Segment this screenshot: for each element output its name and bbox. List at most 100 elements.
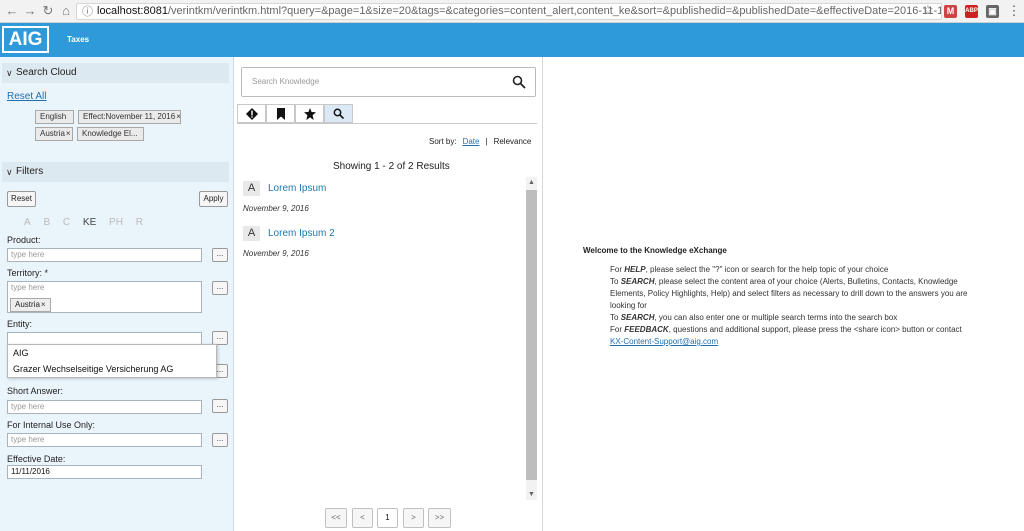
home-icon[interactable]: ⌂ xyxy=(58,3,74,19)
filters-header[interactable]: ∨ Filters xyxy=(2,162,229,182)
letter-b[interactable]: B xyxy=(43,217,50,228)
result-date: November 9, 2016 xyxy=(243,249,309,258)
tag-austria[interactable]: Austria× xyxy=(35,127,73,141)
scrollbar-thumb[interactable] xyxy=(526,190,537,480)
short-answer-label: Short Answer: xyxy=(7,386,64,396)
search-cloud-header[interactable]: ∨ Search Cloud xyxy=(2,63,229,83)
content-panel: Welcome to the Knowledge eXchange For HE… xyxy=(543,57,1024,531)
bookmark-star-icon[interactable]: ☆ xyxy=(920,2,936,18)
extension-icon[interactable]: ▣ xyxy=(986,5,999,18)
search-terms-line: To SEARCH, you can also enter one or mul… xyxy=(610,313,898,322)
remove-tag-icon[interactable]: × xyxy=(176,112,180,121)
territory-input[interactable]: type here Austria× xyxy=(7,281,202,313)
letter-ke[interactable]: KE xyxy=(83,217,96,228)
territory-tag-austria[interactable]: Austria× xyxy=(10,298,51,312)
product-label: Product: xyxy=(7,235,41,245)
reset-button[interactable]: Reset xyxy=(7,191,36,207)
browser-toolbar: ← → ↻ ⌂ ⓘ localhost:8081/verintkm/verint… xyxy=(0,0,1024,23)
sort-relevance-link[interactable]: Relevance xyxy=(494,137,532,146)
alert-diamond-icon xyxy=(245,108,258,120)
effective-date-label: Effective Date: xyxy=(7,454,66,464)
back-icon[interactable]: ← xyxy=(4,3,20,19)
territory-browse-button[interactable]: ... xyxy=(212,281,228,295)
nav-taxes[interactable]: Taxes xyxy=(67,35,89,44)
results-panel: Search Knowledge Sort by: Date | Relevance … xyxy=(234,57,543,531)
result-title[interactable]: Lorem Ipsum 2 xyxy=(268,228,335,239)
result-date: November 9, 2016 xyxy=(243,204,309,213)
chevron-down-icon: ∨ xyxy=(6,68,13,78)
results-scrollbar[interactable]: ▲ ▼ xyxy=(526,177,537,500)
results-count: Showing 1 - 2 of 2 Results xyxy=(333,161,450,172)
result-title[interactable]: Lorem Ipsum xyxy=(268,183,326,194)
tab-bulletins[interactable] xyxy=(266,104,295,123)
product-browse-button[interactable]: ... xyxy=(212,248,228,262)
letter-ph[interactable]: PH xyxy=(109,217,123,228)
product-input[interactable]: type here xyxy=(7,248,202,262)
apply-button[interactable]: Apply xyxy=(199,191,228,207)
effective-date-input[interactable]: 11/11/2016 xyxy=(7,465,202,479)
feedback-line: For FEEDBACK, questions and additional s… xyxy=(610,325,962,346)
article-type-badge: A xyxy=(243,226,260,241)
page-1-button[interactable]: 1 xyxy=(377,508,398,528)
reload-icon[interactable]: ↻ xyxy=(40,3,56,19)
search-line: To SEARCH, please select the content are… xyxy=(610,277,968,310)
entity-option-grazer[interactable]: Grazer Wechselseitige Versicherung AG xyxy=(8,361,216,377)
filters-title: Filters xyxy=(16,166,44,177)
welcome-heading: Welcome to the Knowledge eXchange xyxy=(583,246,727,255)
reset-all-link[interactable]: Reset All xyxy=(7,91,46,102)
tag-effective-date[interactable]: Effect:November 11, 2016× xyxy=(78,110,181,124)
letter-filter: A B C KE PH R xyxy=(24,217,153,228)
letter-c[interactable]: C xyxy=(63,217,70,228)
forward-icon[interactable]: → xyxy=(22,3,38,19)
tag-english[interactable]: English xyxy=(35,110,74,124)
scroll-down-icon[interactable]: ▼ xyxy=(526,489,537,500)
sort-controls: Sort by: Date | Relevance xyxy=(429,137,532,146)
app-header: AIG Taxes xyxy=(0,23,1024,57)
letter-a[interactable]: A xyxy=(24,217,31,228)
first-page-button[interactable]: << xyxy=(325,508,347,528)
letter-r[interactable]: R xyxy=(136,217,143,228)
gmail-extension-icon[interactable]: M xyxy=(944,5,957,18)
bookmark-icon xyxy=(276,108,285,120)
url-path: /verintkm/verintkm.html?query=&page=1&si… xyxy=(167,5,942,17)
remove-tag-icon[interactable]: × xyxy=(41,300,46,309)
article-type-badge: A xyxy=(243,181,260,196)
entity-label: Entity: xyxy=(7,319,33,329)
chevron-down-icon: ∨ xyxy=(6,167,13,177)
help-instructions: For HELP, please select the "?" icon or … xyxy=(610,264,975,348)
internal-use-input[interactable]: type here xyxy=(7,433,202,447)
support-email-link[interactable]: KX-Content-Support@aig.com xyxy=(610,337,718,346)
search-cloud-title: Search Cloud xyxy=(16,67,77,78)
star-badge-icon xyxy=(303,108,316,120)
search-icon xyxy=(333,108,345,120)
short-answer-browse-button[interactable]: ... xyxy=(212,399,228,413)
territory-label: Territory: * xyxy=(7,268,49,278)
url-host: localhost:8081 xyxy=(97,5,168,17)
tab-alerts[interactable] xyxy=(237,104,266,123)
search-knowledge-input[interactable]: Search Knowledge xyxy=(241,67,536,97)
entity-dropdown: AIG Grazer Wechselseitige Versicherung A… xyxy=(7,344,217,378)
search-icon[interactable] xyxy=(512,75,526,89)
scroll-up-icon[interactable]: ▲ xyxy=(526,177,537,188)
sort-date-link[interactable]: Date xyxy=(463,137,480,146)
tab-highlights[interactable] xyxy=(295,104,324,123)
next-page-button[interactable]: > xyxy=(403,508,424,528)
sidebar: ∨ Search Cloud Reset All English Effect:… xyxy=(0,57,234,531)
help-line: For HELP, please select the "?" icon or … xyxy=(610,265,889,274)
tab-search[interactable] xyxy=(324,104,353,123)
last-page-button[interactable]: >> xyxy=(428,508,451,528)
adblock-extension-icon[interactable]: ABP xyxy=(965,5,978,18)
aig-logo: AIG xyxy=(2,26,49,53)
tag-knowledge-elements[interactable]: Knowledge El... xyxy=(77,127,144,141)
internal-use-browse-button[interactable]: ... xyxy=(212,433,228,447)
entity-browse-button[interactable]: ... xyxy=(212,331,228,345)
prev-page-button[interactable]: < xyxy=(352,508,373,528)
entity-option-aig[interactable]: AIG xyxy=(8,345,216,361)
page-info-icon[interactable]: ⓘ xyxy=(82,5,93,19)
menu-icon[interactable]: ⋮ xyxy=(1006,3,1022,19)
tabs-divider xyxy=(237,123,537,124)
address-bar[interactable]: ⓘ localhost:8081/verintkm/verintkm.html?… xyxy=(76,3,942,20)
short-answer-input[interactable]: type here xyxy=(7,400,202,414)
remove-tag-icon[interactable]: × xyxy=(66,129,71,138)
internal-use-label: For Internal Use Only: xyxy=(7,420,96,430)
